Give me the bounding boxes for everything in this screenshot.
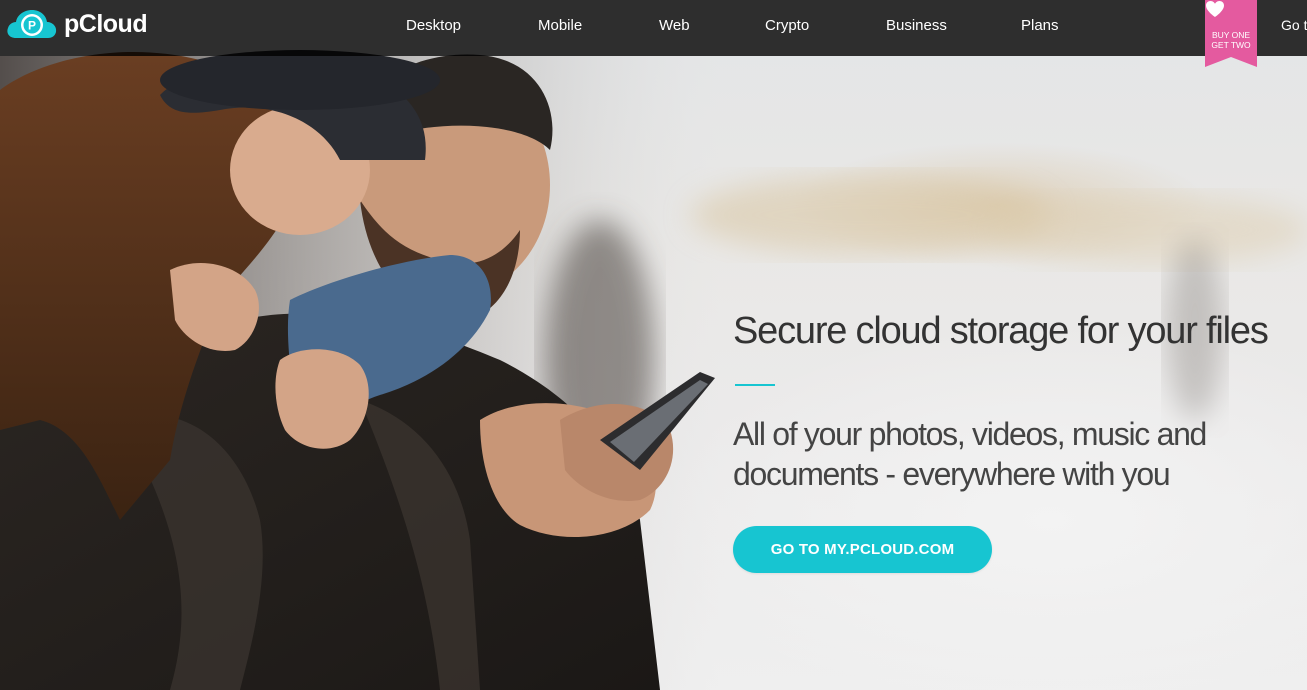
nav-plans[interactable]: Plans	[1021, 16, 1059, 36]
nav-goto-link[interactable]: Go t	[1281, 17, 1307, 33]
nav-crypto[interactable]: Crypto	[765, 16, 809, 36]
hero-headline: Secure cloud storage for your files	[733, 310, 1269, 352]
brand-name: pCloud	[64, 9, 148, 38]
pcloud-logo-icon: P	[7, 10, 57, 38]
pcloud-logo-letter: P	[28, 19, 36, 33]
go-to-my-pcloud-button[interactable]: GO TO MY.PCLOUD.COM	[733, 526, 992, 573]
hero-subheading-line1: All of your photos, videos, music and	[733, 416, 1207, 452]
nav-web[interactable]: Web	[659, 16, 690, 36]
headline-accent-divider	[735, 384, 775, 386]
nav-desktop[interactable]: Desktop	[406, 16, 461, 36]
brand-logo-link[interactable]: P pCloud	[6, 6, 148, 46]
top-navigation-bar: P pCloud Desktop Mobile Web Crypto Busin…	[0, 0, 1307, 56]
promo-text-line1: BUY ONE	[1211, 30, 1251, 40]
hero-subheading-line2: documents - everywhere with you	[733, 456, 1171, 492]
nav-business[interactable]: Business	[886, 16, 947, 36]
heart-icon	[1206, 1, 1224, 17]
promo-text-line2: GET TWO	[1211, 40, 1251, 50]
promo-ribbon[interactable]: BUY ONE GET TWO	[1205, 0, 1257, 67]
nav-mobile[interactable]: Mobile	[538, 16, 582, 36]
pcloud-homepage: P pCloud Desktop Mobile Web Crypto Busin…	[0, 0, 1307, 690]
